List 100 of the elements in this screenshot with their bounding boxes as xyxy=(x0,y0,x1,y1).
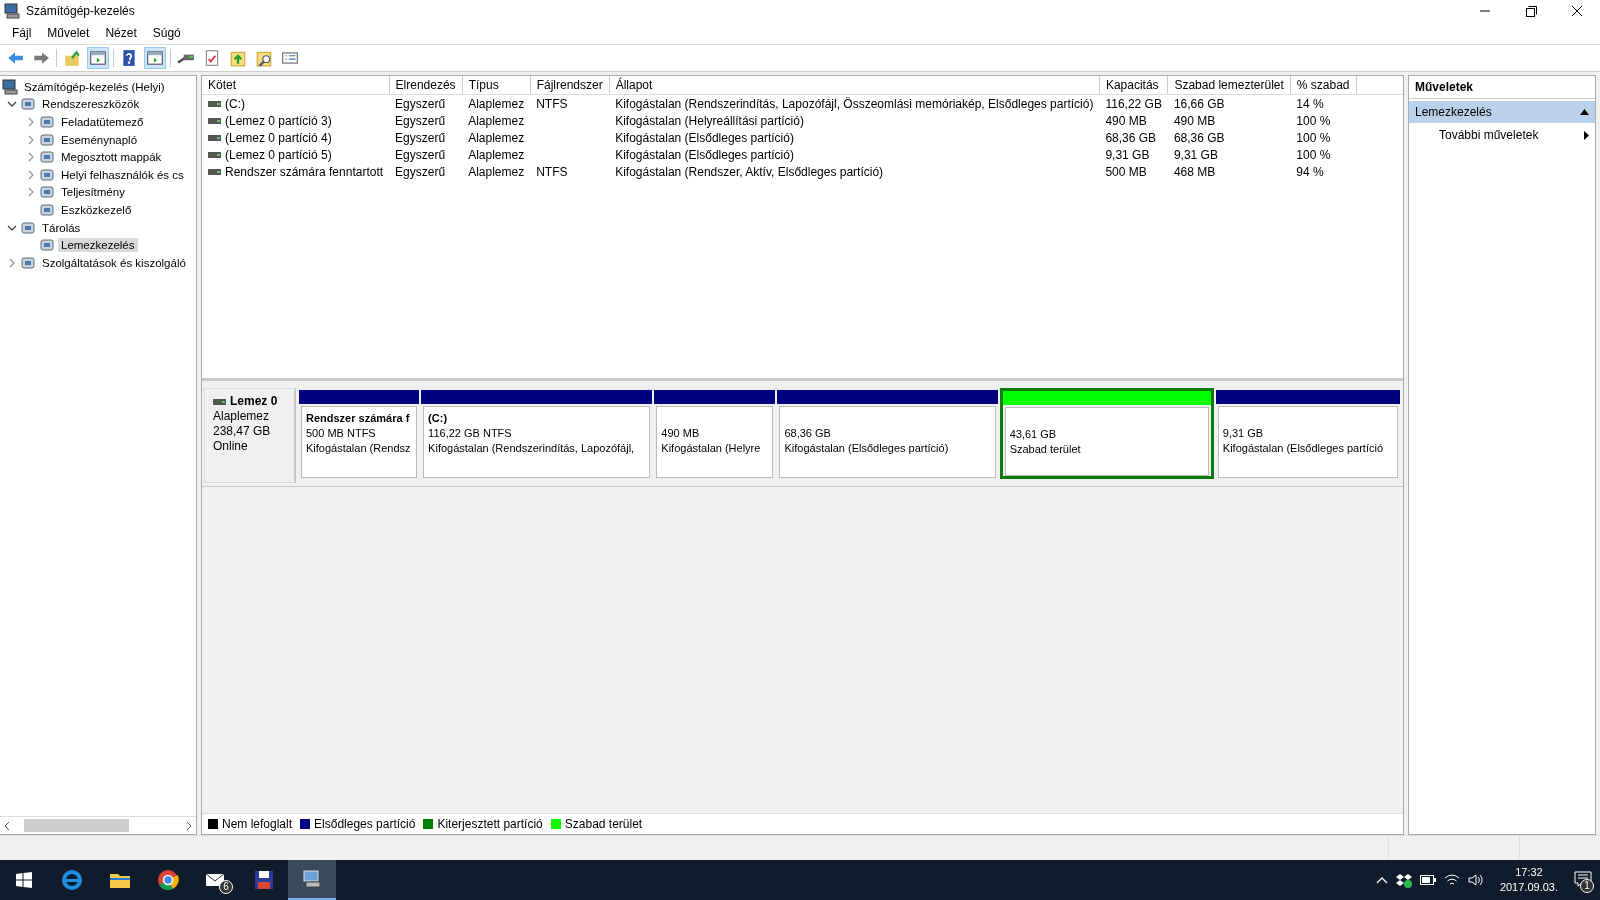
scroll-left-icon[interactable] xyxy=(2,820,12,831)
table-cell: Egyszerű xyxy=(395,130,446,145)
drive-icon xyxy=(208,117,221,124)
window-title: Számítógép-kezelés xyxy=(26,4,136,18)
scroll-right-icon[interactable] xyxy=(184,820,194,831)
table-cell: Rendszer számára fenntartott xyxy=(225,164,384,179)
tree-item[interactable]: Eszközkezelő xyxy=(58,202,135,217)
partition-title: Rendszer számára f xyxy=(306,411,411,426)
column-header[interactable]: Szabad lemezterület xyxy=(1167,76,1291,95)
chevron-up-icon[interactable] xyxy=(1375,876,1388,884)
table-cell: Egyszerű xyxy=(395,113,446,128)
wifi-icon[interactable] xyxy=(1443,873,1460,887)
partition-detail: 43,61 GB xyxy=(1009,427,1058,442)
partition-detail: 116,22 GB NTFS xyxy=(428,426,513,441)
tree-item[interactable]: Rendszereszközök xyxy=(39,97,143,112)
legend-label: Elsődleges partíció xyxy=(314,817,416,831)
menu-item[interactable]: Fájl xyxy=(4,24,40,42)
table-cell: (Lemez 0 partíció 4) xyxy=(225,130,332,145)
disk-status: Online xyxy=(213,439,249,454)
table-cell: 100 % xyxy=(1296,147,1331,162)
collapse-caret-icon[interactable] xyxy=(1580,109,1589,115)
menu-item[interactable]: Súgó xyxy=(144,24,189,42)
tree-item[interactable]: Megosztott mappák xyxy=(58,150,165,165)
table-cell: Alaplemez xyxy=(468,130,525,145)
table-cell: Kifogástalan (Rendszerindítás, Lapozófájl, Összeomlási memóriakép, Elsődleges partíció) xyxy=(615,96,1094,111)
partition-detail: Kifogástalan (Helyre xyxy=(661,441,762,456)
disk-info-panel[interactable]: Lemez 0 Alaplemez 238,47 GB Online xyxy=(204,388,296,483)
table-cell: 68,36 GB xyxy=(1173,130,1225,145)
menu-item[interactable]: Művelet xyxy=(39,24,98,42)
legend-label: Nem lefoglalt xyxy=(222,817,293,831)
battery-icon[interactable] xyxy=(1419,875,1436,885)
partition-detail: Kifogástalan (Rendsz xyxy=(306,441,412,456)
clock-time: 17:32 xyxy=(1514,865,1544,880)
table-cell: Alaplemez xyxy=(468,96,525,111)
drive-icon xyxy=(208,134,221,141)
count-badge: 1 xyxy=(1580,878,1594,893)
table-cell: 116,22 GB xyxy=(1105,96,1162,111)
partition-detail: 68,36 GB xyxy=(784,426,832,441)
tree-item[interactable]: Eseménynapló xyxy=(58,132,141,147)
tree-item[interactable]: Számítógép-kezelés (Helyi) xyxy=(21,79,168,94)
column-header[interactable]: Fájlrendszer xyxy=(530,76,610,95)
tree-item[interactable]: Lemezkezelés xyxy=(58,238,138,253)
computer-icon xyxy=(2,78,18,95)
partition-detail: Szabad terület xyxy=(1009,442,1082,457)
table-cell: Alaplemez xyxy=(468,164,525,179)
column-header[interactable]: Elrendezés xyxy=(389,76,463,95)
drive-icon xyxy=(208,151,221,158)
table-cell: 68,36 GB xyxy=(1105,130,1157,145)
table-cell: (C:) xyxy=(225,96,245,111)
table-cell: 9,31 GB xyxy=(1173,147,1218,162)
column-header[interactable]: Állapot xyxy=(609,76,1100,95)
table-cell: 9,31 GB xyxy=(1105,147,1150,162)
drive-icon xyxy=(213,398,226,405)
partition-title: (C:) xyxy=(428,411,449,426)
table-cell: 94 % xyxy=(1296,164,1324,179)
table-cell: Kifogástalan (Helyreállítási partíció) xyxy=(615,113,804,128)
legend-label: Szabad terület xyxy=(564,817,643,831)
taskbar-clock[interactable]: 17:32 2017.09.03. xyxy=(1491,865,1566,895)
partition-detail: Kifogástalan (Rendszerindítás, Lapozófájl, xyxy=(428,441,636,456)
menu-item[interactable]: Nézet xyxy=(97,24,145,42)
drive-icon xyxy=(208,100,221,107)
column-header[interactable]: Kapacitás xyxy=(1099,76,1168,95)
table-cell: NTFS xyxy=(536,96,568,111)
tree-item[interactable]: Feladatütemező xyxy=(58,115,147,129)
column-header[interactable]: Típus xyxy=(462,76,531,95)
table-cell: Kifogástalan (Elsődleges partíció) xyxy=(615,147,794,162)
partition-detail: 9,31 GB xyxy=(1222,426,1265,441)
table-cell: 100 % xyxy=(1296,113,1331,128)
globe-icon xyxy=(156,868,180,892)
computer-icon xyxy=(300,867,324,891)
notification-icon[interactable] xyxy=(1574,870,1592,887)
action-item[interactable]: További műveletek xyxy=(1409,123,1595,147)
table-cell: Kifogástalan (Elsődleges partíció) xyxy=(615,130,794,145)
table-cell: Egyszerű xyxy=(395,96,446,111)
table-cell: Egyszerű xyxy=(395,164,446,179)
tree-item[interactable]: Teljesítmény xyxy=(58,185,128,200)
partition-detail: 490 MB xyxy=(661,426,701,441)
panel-title: Műveletek xyxy=(1409,76,1595,99)
actions-section-header[interactable]: Lemezkezelés xyxy=(1409,101,1595,123)
pane-icon[interactable] xyxy=(87,47,109,69)
pane-icon[interactable] xyxy=(144,47,166,69)
partition-block[interactable]: 43,61 GB Szabad terület xyxy=(999,388,1214,479)
table-cell: 14 % xyxy=(1296,96,1324,111)
table-cell: NTFS xyxy=(536,164,568,179)
column-header[interactable]: Kötet xyxy=(202,76,390,95)
tree-item[interactable]: Szolgáltatások és kiszolgáló xyxy=(39,255,189,270)
partition-detail: Kifogástalan (Elsődleges partíció) xyxy=(784,441,950,456)
scrollbar-thumb[interactable] xyxy=(24,819,129,832)
table-cell: Alaplemez xyxy=(468,147,525,162)
tree-item[interactable]: Helyi felhasználók és cs xyxy=(58,167,187,182)
legend-label: Kiterjesztett partíció xyxy=(437,817,543,831)
tree-item[interactable]: Tárolás xyxy=(39,220,84,235)
table-cell: 500 MB xyxy=(1105,164,1147,179)
partition-detail: 500 MB NTFS xyxy=(306,426,377,441)
table-cell: 490 MB xyxy=(1173,113,1216,128)
table-cell: (Lemez 0 partíció 5) xyxy=(225,147,332,162)
taskbar-app[interactable]: 6 xyxy=(192,860,240,900)
speaker-icon[interactable] xyxy=(1467,873,1484,887)
computer-icon xyxy=(4,3,20,19)
column-header[interactable]: % szabad xyxy=(1290,76,1356,95)
